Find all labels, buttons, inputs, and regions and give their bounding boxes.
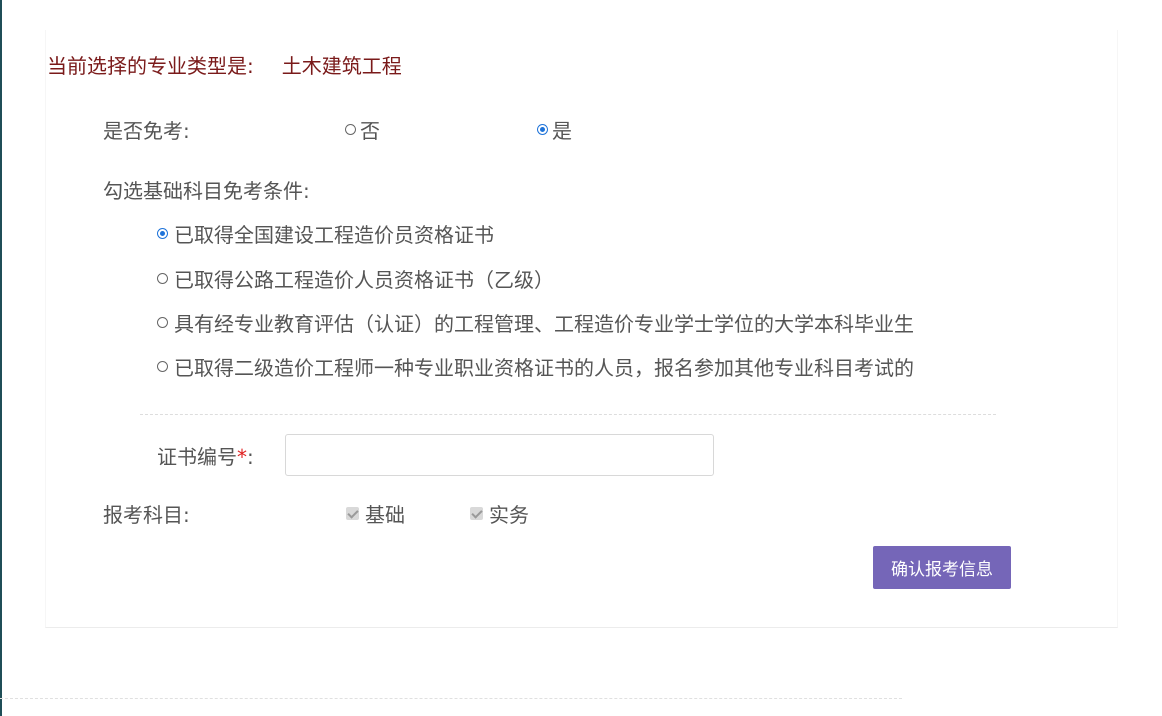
condition-label: 具有经专业教育评估（认证）的工程管理、工程造价专业学士学位的大学本科毕业生 (174, 312, 914, 336)
condition-label: 已取得二级造价工程师一种专业职业资格证书的人员，报名参加其他专业科目考试的 (174, 356, 914, 380)
condition-radio[interactable] (157, 228, 168, 239)
subject-basic-label: 基础 (365, 503, 405, 527)
condition-item[interactable]: 已取得二级造价工程师一种专业职业资格证书的人员，报名参加其他专业科目考试的 (157, 352, 914, 381)
major-type-label: 当前选择的专业类型是: (47, 54, 254, 78)
condition-radio[interactable] (157, 317, 168, 328)
conditions-label: 勾选基础科目免考条件: (103, 179, 310, 203)
exempt-option-no-label: 否 (360, 119, 380, 143)
required-mark: * (237, 445, 247, 469)
subject-basic[interactable]: 基础 (346, 499, 405, 528)
condition-radio[interactable] (157, 273, 168, 284)
radio-no[interactable] (345, 124, 356, 135)
exempt-option-yes[interactable]: 是 (537, 115, 572, 144)
certificate-colon: : (247, 445, 254, 469)
condition-label: 已取得公路工程造价人员资格证书（乙级） (174, 268, 554, 292)
subject-practice[interactable]: 实务 (470, 499, 529, 528)
exempt-option-no[interactable]: 否 (345, 115, 380, 144)
major-type-value: 土木建筑工程 (281, 54, 402, 78)
exempt-label: 是否免考: (103, 119, 190, 143)
condition-item[interactable]: 具有经专业教育评估（认证）的工程管理、工程造价专业学士学位的大学本科毕业生 (157, 308, 914, 337)
condition-radio[interactable] (157, 361, 168, 372)
condition-item[interactable]: 已取得全国建设工程造价员资格证书 (157, 219, 494, 248)
checkbox-basic[interactable] (346, 507, 359, 520)
subjects-label: 报考科目: (103, 503, 190, 527)
subject-practice-label: 实务 (489, 503, 529, 527)
section-divider (140, 414, 996, 415)
certificate-number-input[interactable] (285, 434, 714, 476)
checkbox-practice[interactable] (470, 507, 483, 520)
condition-label: 已取得全国建设工程造价员资格证书 (174, 223, 494, 247)
exempt-option-yes-label: 是 (552, 119, 572, 143)
certificate-label: 证书编号 (157, 445, 237, 469)
condition-item[interactable]: 已取得公路工程造价人员资格证书（乙级） (157, 264, 554, 293)
bottom-divider (0, 698, 902, 699)
window-left-border (0, 0, 2, 716)
major-type-line: 当前选择的专业类型是: 土木建筑工程 (47, 50, 402, 79)
certificate-label-row: 证书编号*: (157, 441, 254, 470)
radio-yes[interactable] (537, 124, 548, 135)
confirm-exam-info-button[interactable]: 确认报考信息 (873, 546, 1011, 589)
